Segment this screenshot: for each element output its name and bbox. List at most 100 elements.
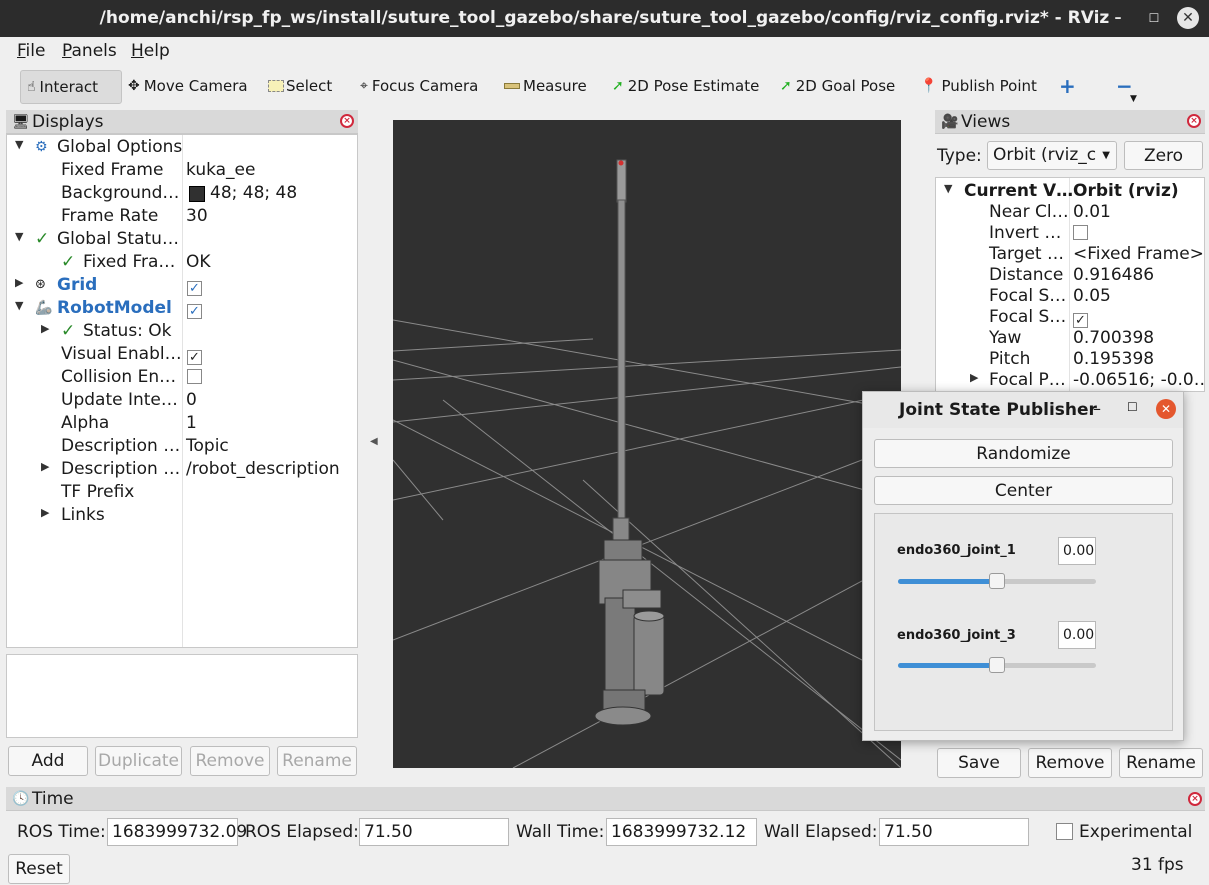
tree-row-alpha[interactable]: Alpha 1 (7, 412, 357, 435)
joint-3-slider-handle[interactable] (989, 657, 1005, 673)
tree-row-tf-prefix[interactable]: TF Prefix (7, 481, 357, 504)
remove-view-button[interactable]: Remove (1028, 748, 1112, 778)
grid-enabled-checkbox[interactable]: ✓ (187, 277, 202, 297)
chevron-down-icon[interactable]: ▼ (15, 299, 23, 312)
chevron-right-icon[interactable]: ▶ (41, 460, 49, 473)
experimental-checkbox[interactable] (1056, 823, 1073, 844)
ros-time-field[interactable]: 1683999732.09 (107, 818, 247, 846)
tree-row-visual-enabled[interactable]: Visual Enabl… ✓ (7, 343, 357, 366)
joint-1-value-input[interactable]: 0.00 (1058, 537, 1096, 565)
zero-button[interactable]: Zero (1124, 141, 1203, 170)
views-row-current[interactable]: ▼ Current V… Orbit (rviz) (936, 180, 1204, 203)
row-value[interactable]: 0.01 (1073, 202, 1111, 222)
row-value[interactable]: <Fixed Frame> (1073, 244, 1204, 264)
tree-row-frame-rate[interactable]: Frame Rate 30 (7, 205, 357, 228)
views-row-target[interactable]: Target … <Fixed Frame> (936, 243, 1204, 266)
add-tool-icon[interactable]: + (1059, 70, 1076, 102)
joint-3-value-input[interactable]: 0.00 (1058, 621, 1096, 649)
color-swatch[interactable] (189, 186, 205, 202)
views-row-focal-shape[interactable]: Focal S… ✓ (936, 306, 1204, 329)
close-time-icon[interactable]: × (1188, 792, 1202, 806)
close-icon[interactable]: ✕ (1156, 399, 1176, 419)
robotmodel-enabled-checkbox[interactable]: ✓ (187, 300, 202, 320)
chevron-right-icon[interactable]: ▶ (15, 276, 23, 289)
scene-svg[interactable] (393, 120, 901, 768)
row-value[interactable]: /robot_description (186, 459, 340, 479)
randomize-button[interactable]: Randomize (874, 439, 1173, 468)
row-value[interactable]: 0.916486 (1073, 265, 1154, 285)
row-value[interactable]: 1 (186, 413, 197, 433)
center-button[interactable]: Center (874, 476, 1173, 505)
collapse-left-icon[interactable]: ◀ (370, 436, 378, 447)
tree-row-collision-enabled[interactable]: Collision En… (7, 366, 357, 389)
row-value[interactable]: 0.700398 (1073, 328, 1154, 348)
row-value[interactable]: -0.06516; -0.0… (1073, 370, 1204, 390)
row-value[interactable]: 30 (186, 206, 208, 226)
close-views-icon[interactable]: × (1187, 114, 1201, 128)
chevron-down-icon[interactable]: ▼ (944, 182, 952, 195)
tree-row-grid[interactable]: ▶ ⊛ Grid ✓ (7, 274, 357, 297)
rename-display-button[interactable]: Rename (277, 746, 357, 776)
row-value[interactable]: kuka_ee (186, 160, 255, 180)
tree-row-update-interval[interactable]: Update Inte… 0 (7, 389, 357, 412)
minimize-icon[interactable]: – (1107, 7, 1129, 29)
duplicate-display-button[interactable]: Duplicate (95, 746, 182, 776)
measure-tool[interactable]: Measure (504, 70, 587, 102)
wall-elapsed-field[interactable]: 71.50 (879, 818, 1029, 846)
add-display-button[interactable]: Add (8, 746, 88, 776)
interact-tool[interactable]: ☝ Interact (20, 70, 122, 104)
view-type-select[interactable]: Orbit (rviz_c ▼ (987, 141, 1117, 170)
views-row-distance[interactable]: Distance 0.916486 (936, 264, 1204, 287)
menu-panels[interactable]: Panels (62, 41, 117, 61)
chevron-right-icon[interactable]: ▶ (41, 506, 49, 519)
tree-row-global-status[interactable]: ▼ ✓ Global Statu… (7, 228, 357, 251)
views-row-focal-point[interactable]: ▶ Focal P… -0.06516; -0.0… (936, 369, 1204, 391)
save-view-button[interactable]: Save (937, 748, 1021, 778)
reset-button[interactable]: Reset (8, 854, 70, 884)
tree-row-robot-model[interactable]: ▼ 🦾 RobotModel ✓ (7, 297, 357, 320)
chevron-right-icon[interactable]: ▶ (41, 322, 49, 335)
goal-pose-tool[interactable]: ➚ 2D Goal Pose (780, 70, 895, 102)
tree-row-fixed-frame-status[interactable]: ✓ Fixed Fra… OK (7, 251, 357, 274)
close-displays-icon[interactable]: × (340, 114, 354, 128)
render-viewport[interactable] (393, 120, 901, 768)
row-value[interactable]: 0.195398 (1073, 349, 1154, 369)
minimize-icon[interactable]: – (1093, 399, 1101, 418)
chevron-down-icon[interactable]: ▼ (15, 230, 23, 243)
row-value[interactable]: 0.05 (1073, 286, 1111, 306)
tree-row-links[interactable]: ▶ Links (7, 504, 357, 527)
tree-row-status-ok[interactable]: ▶ ✓ Status: Ok (7, 320, 357, 343)
publish-point-tool[interactable]: 📍 Publish Point (920, 70, 1037, 102)
select-tool[interactable]: Select (268, 70, 332, 102)
tree-row-description-source[interactable]: Description … Topic (7, 435, 357, 458)
visual-enabled-checkbox[interactable]: ✓ (187, 346, 202, 366)
wall-time-field[interactable]: 1683999732.12 (606, 818, 757, 846)
row-value[interactable]: Topic (186, 436, 229, 456)
ros-elapsed-field[interactable]: 71.50 (359, 818, 509, 846)
views-row-yaw[interactable]: Yaw 0.700398 (936, 327, 1204, 350)
pose-estimate-tool[interactable]: ➚ 2D Pose Estimate (612, 70, 759, 102)
close-window-icon[interactable]: ✕ (1177, 7, 1199, 29)
chevron-down-icon[interactable]: ▼ (15, 138, 23, 151)
menu-help[interactable]: Help (131, 41, 170, 61)
collision-enabled-checkbox[interactable] (187, 369, 202, 389)
views-row-focal-size[interactable]: Focal S… 0.05 (936, 285, 1204, 308)
joint-1-slider-handle[interactable] (989, 573, 1005, 589)
tree-row-description-topic[interactable]: ▶ Description … /robot_description (7, 458, 357, 481)
tree-row-global-options[interactable]: ▼ ⚙ Global Options (7, 136, 357, 159)
row-value[interactable]: 0 (186, 390, 197, 410)
move-camera-tool[interactable]: ✥ Move Camera (128, 70, 248, 102)
invert-checkbox[interactable] (1073, 225, 1088, 245)
focal-shape-checkbox[interactable]: ✓ (1073, 309, 1088, 329)
maximize-icon[interactable]: ☐ (1143, 7, 1165, 29)
row-value[interactable]: 48; 48; 48 (210, 183, 297, 203)
views-row-pitch[interactable]: Pitch 0.195398 (936, 348, 1204, 371)
tree-row-fixed-frame[interactable]: Fixed Frame kuka_ee (7, 159, 357, 182)
remove-display-button[interactable]: Remove (190, 746, 270, 776)
maximize-icon[interactable]: ☐ (1127, 400, 1138, 414)
views-row-invert[interactable]: Invert … (936, 222, 1204, 245)
focus-camera-tool[interactable]: ⌖ Focus Camera (360, 70, 478, 102)
rename-view-button[interactable]: Rename (1119, 748, 1203, 778)
views-row-near-clip[interactable]: Near Cl… 0.01 (936, 201, 1204, 224)
chevron-right-icon[interactable]: ▶ (970, 371, 978, 384)
